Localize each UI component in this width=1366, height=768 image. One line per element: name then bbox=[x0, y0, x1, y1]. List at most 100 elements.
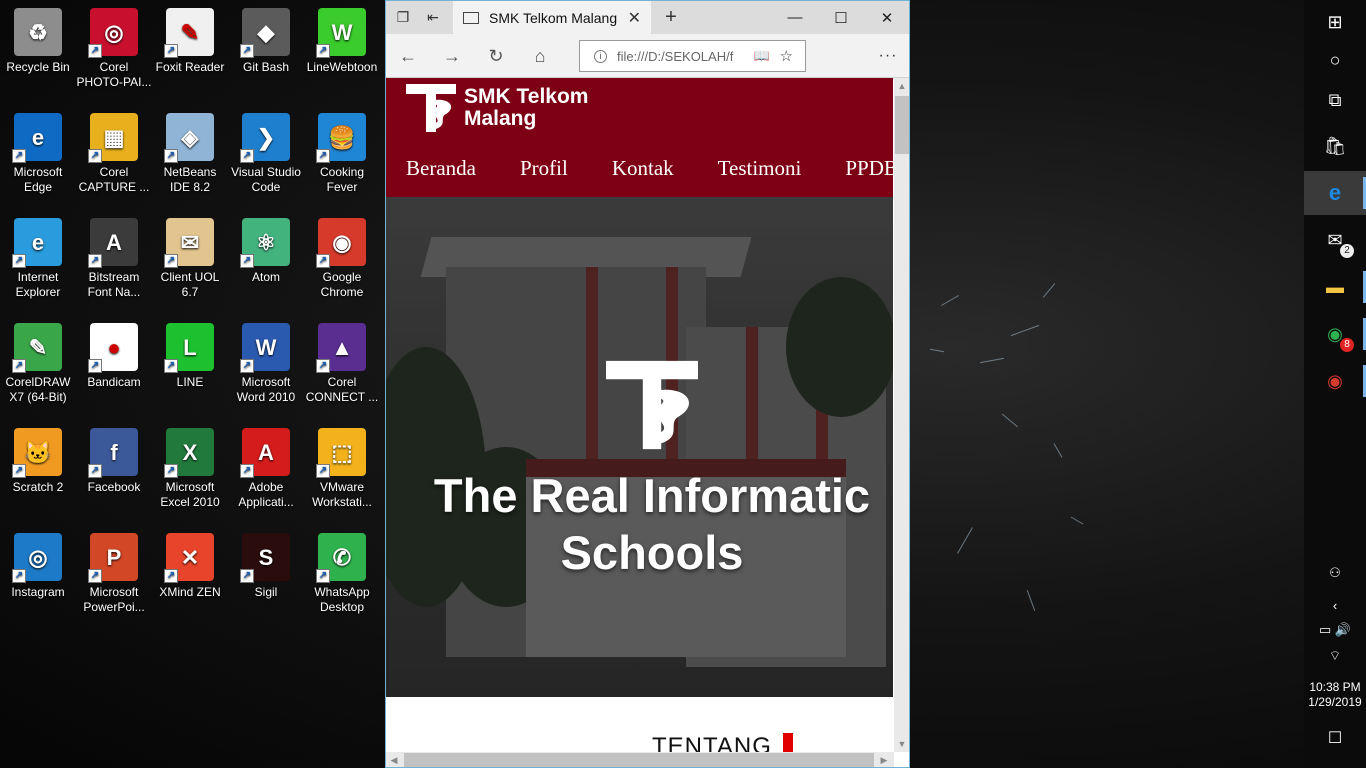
desktop-shortcut[interactable]: ◎ ↗ Instagram bbox=[0, 527, 76, 627]
desktop-shortcut[interactable]: 🐱 ↗ Scratch 2 bbox=[0, 422, 76, 522]
close-window-button[interactable]: ✕ bbox=[864, 1, 909, 34]
taskbar-edge-icon[interactable]: e bbox=[1304, 171, 1366, 215]
desktop-shortcut-label: Google Chrome bbox=[320, 270, 364, 299]
facebook-icon: f ↗ bbox=[88, 428, 138, 478]
maximize-button[interactable]: ☐ bbox=[818, 1, 864, 34]
shortcut-arrow-icon: ↗ bbox=[240, 254, 254, 268]
desktop-shortcut[interactable]: A ↗ Bitstream Font Na... bbox=[76, 212, 152, 312]
nav-beranda[interactable]: Beranda bbox=[406, 156, 476, 181]
scroll-up-icon[interactable]: ▲ bbox=[894, 78, 909, 94]
desktop-shortcut-label: Sigil bbox=[254, 585, 278, 599]
tab-bar: ❐ ⇤ SMK Telkom Malang ✕ + — ☐ ✕ bbox=[386, 1, 909, 34]
desktop-shortcut[interactable]: ⚛ ↗ Atom bbox=[228, 212, 304, 312]
nav-kontak[interactable]: Kontak bbox=[612, 156, 674, 181]
taskbar-chrome-icon[interactable]: ◉ bbox=[1304, 359, 1366, 403]
desktop-shortcut[interactable]: ⬚ ↗ VMware Workstati... bbox=[304, 422, 380, 522]
address-url[interactable]: file:///D:/SEKOLAH/f bbox=[617, 49, 750, 64]
system-clock[interactable]: 10:38 PM 1/29/2019 bbox=[1304, 680, 1366, 710]
desktop-shortcut[interactable]: ◆ ↗ Git Bash bbox=[228, 2, 304, 102]
taskbar: ⊞ ○ ⧉ 🛍 e ✉ 2 ▬ ◉ 8 ◉ ⚇ ‹ ▭ 🔊 ⌔ 10:38 PM… bbox=[1304, 0, 1366, 768]
desktop-shortcut[interactable]: ✎ ↗ Foxit Reader bbox=[152, 2, 228, 102]
more-actions-button[interactable]: ··· bbox=[871, 40, 905, 72]
desktop-shortcut[interactable]: S ↗ Sigil bbox=[228, 527, 304, 627]
nav-profil[interactable]: Profil bbox=[520, 156, 568, 181]
desktop-shortcut[interactable]: ◈ ↗ NetBeans IDE 8.2 bbox=[152, 107, 228, 207]
desktop-shortcut[interactable]: A ↗ Adobe Applicati... bbox=[228, 422, 304, 522]
forward-button[interactable]: → bbox=[435, 40, 469, 72]
desktop-shortcut[interactable]: ✆ ↗ WhatsApp Desktop bbox=[304, 527, 380, 627]
shortcut-arrow-icon: ↗ bbox=[240, 44, 254, 58]
network-icon[interactable]: ⌔ bbox=[1304, 648, 1366, 664]
desktop-shortcut[interactable]: ● ↗ Bandicam bbox=[76, 317, 152, 417]
desktop-shortcut-label: NetBeans IDE 8.2 bbox=[163, 165, 217, 194]
task-view-icon[interactable]: ⧉ bbox=[1304, 78, 1366, 122]
show-hidden-icons-chevron-icon[interactable]: ‹ bbox=[1304, 598, 1366, 613]
desktop-shortcut-label: LineWebtoon bbox=[306, 60, 378, 74]
vscode-icon: ❯ ↗ bbox=[240, 113, 290, 163]
file-explorer-icon[interactable]: ▬ bbox=[1304, 265, 1366, 309]
bitstream-font-icon: A ↗ bbox=[88, 218, 138, 268]
desktop-shortcut[interactable]: ❯ ↗ Visual Studio Code bbox=[228, 107, 304, 207]
scroll-right-icon[interactable]: ▶ bbox=[876, 752, 892, 767]
nav-ppdb[interactable]: PPDB bbox=[845, 156, 893, 181]
nav-testimoni[interactable]: Testimoni bbox=[718, 156, 802, 181]
favorite-star-icon[interactable]: ☆ bbox=[780, 47, 793, 65]
desktop-shortcut[interactable]: ▲ ↗ Corel CONNECT ... bbox=[304, 317, 380, 417]
battery-volume-icons[interactable]: ▭ 🔊 bbox=[1304, 622, 1366, 638]
desktop-shortcut[interactable]: ✕ ↗ XMind ZEN bbox=[152, 527, 228, 627]
store-icon[interactable]: 🛍 bbox=[1304, 124, 1366, 168]
desktop-shortcut[interactable]: P ↗ Microsoft PowerPoi... bbox=[76, 527, 152, 627]
site-info-icon[interactable]: i bbox=[594, 49, 607, 63]
horizontal-scrollbar[interactable]: ◀ ▶ bbox=[386, 752, 894, 767]
desktop-shortcut[interactable]: L ↗ LINE bbox=[152, 317, 228, 417]
desktop-shortcut[interactable]: ✎ ↗ CorelDRAW X7 (64-Bit) bbox=[0, 317, 76, 417]
close-tab-icon[interactable]: ✕ bbox=[628, 8, 641, 28]
new-tab-button[interactable]: + bbox=[656, 1, 686, 34]
desktop-shortcut[interactable]: ◎ ↗ Corel PHOTO-PAI... bbox=[76, 2, 152, 102]
back-button[interactable]: ← bbox=[391, 40, 425, 72]
desktop-shortcut[interactable]: 🍔 ↗ Cooking Fever bbox=[304, 107, 380, 207]
vertical-scrollbar[interactable]: ▲ ▼ bbox=[894, 78, 909, 752]
site-logo[interactable]: SMK Telkom Malang bbox=[406, 84, 588, 132]
desktop-shortcut[interactable]: ♻ Recycle Bin bbox=[0, 2, 76, 102]
tabs-aside-icon[interactable]: ⇤ bbox=[418, 1, 448, 34]
mail-badge: 2 bbox=[1340, 244, 1354, 258]
vertical-scroll-thumb[interactable] bbox=[895, 96, 909, 154]
mail-icon[interactable]: ✉ 2 bbox=[1304, 218, 1366, 262]
cortana-icon[interactable]: ○ bbox=[1304, 38, 1366, 82]
desktop-shortcut-label: Git Bash bbox=[242, 60, 290, 74]
desktop-shortcut[interactable]: e ↗ Microsoft Edge bbox=[0, 107, 76, 207]
shortcut-arrow-icon: ↗ bbox=[12, 359, 26, 373]
scroll-down-icon[interactable]: ▼ bbox=[894, 736, 909, 752]
desktop-shortcut[interactable]: ✉ ↗ Client UOL 6.7 bbox=[152, 212, 228, 312]
desktop-shortcut[interactable]: e ↗ Internet Explorer bbox=[0, 212, 76, 312]
tab-smk-telkom[interactable]: SMK Telkom Malang ✕ bbox=[453, 1, 651, 34]
desktop-shortcut[interactable]: f ↗ Facebook bbox=[76, 422, 152, 522]
address-bar[interactable]: i file:///D:/SEKOLAH/f 📖 ☆ bbox=[579, 40, 806, 72]
people-icon[interactable]: ⚇ bbox=[1304, 565, 1366, 581]
desktop-shortcut[interactable]: W ↗ LineWebtoon bbox=[304, 2, 380, 102]
refresh-button[interactable]: ↻ bbox=[479, 40, 513, 72]
desktop-shortcut[interactable]: W ↗ Microsoft Word 2010 bbox=[228, 317, 304, 417]
home-button[interactable]: ⌂ bbox=[523, 40, 557, 72]
reading-view-icon[interactable]: 📖 bbox=[754, 48, 770, 64]
minimize-button[interactable]: — bbox=[772, 1, 818, 34]
desktop-shortcut[interactable]: X ↗ Microsoft Excel 2010 bbox=[152, 422, 228, 522]
desktop-shortcut-label: Bandicam bbox=[87, 375, 141, 389]
action-center-icon[interactable]: ☐ bbox=[1304, 728, 1366, 748]
taskbar-whatsapp-icon[interactable]: ◉ 8 bbox=[1304, 312, 1366, 356]
tab-set-aside-icon[interactable]: ❐ bbox=[388, 1, 418, 34]
shortcut-arrow-icon: ↗ bbox=[164, 44, 178, 58]
shortcut-arrow-icon: ↗ bbox=[88, 569, 102, 583]
desktop-shortcut[interactable]: ◉ ↗ Google Chrome bbox=[304, 212, 380, 312]
horizontal-scroll-thumb[interactable] bbox=[404, 753, 874, 767]
desktop-shortcut[interactable]: ▦ ↗ Corel CAPTURE ... bbox=[76, 107, 152, 207]
desktop-shortcut-label: XMind ZEN bbox=[159, 585, 221, 599]
shortcut-arrow-icon: ↗ bbox=[12, 254, 26, 268]
vmware-icon: ⬚ ↗ bbox=[316, 428, 366, 478]
shortcut-arrow-icon: ↗ bbox=[88, 359, 102, 373]
shortcut-arrow-icon: ↗ bbox=[316, 569, 330, 583]
bandicam-icon: ● ↗ bbox=[88, 323, 138, 373]
shortcut-arrow-icon: ↗ bbox=[12, 149, 26, 163]
scroll-left-icon[interactable]: ◀ bbox=[386, 752, 402, 767]
